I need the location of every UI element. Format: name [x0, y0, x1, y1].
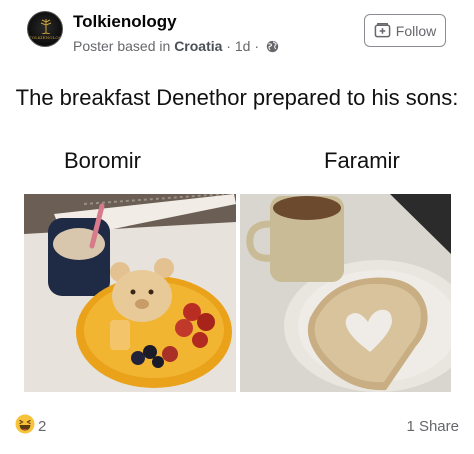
follow-label: Follow: [395, 22, 437, 39]
faramir-breakfast-photo[interactable]: [240, 194, 451, 392]
page-name-link[interactable]: Tolkienology: [73, 12, 177, 32]
poster-prefix: Poster based in: [73, 38, 171, 54]
post-footer: 2 1 Share: [0, 412, 474, 442]
tree-logo-icon: [40, 19, 52, 34]
meta-separator: ·: [250, 38, 263, 54]
post-header: TOLKIENOLOGY Tolkienology Poster based i…: [0, 0, 474, 70]
post-time[interactable]: 1d: [235, 38, 251, 54]
follow-button[interactable]: Follow: [364, 14, 446, 47]
globe-icon[interactable]: [266, 40, 279, 53]
reaction-count[interactable]: 2: [38, 418, 46, 435]
avatar-brand-text: TOLKIENOLOGY: [29, 35, 63, 40]
share-count[interactable]: 1 Share: [406, 418, 459, 435]
boromir-breakfast-photo[interactable]: [24, 194, 236, 392]
add-page-icon: [374, 23, 391, 38]
meme-label-left: Boromir: [64, 148, 142, 173]
meme-caption: The breakfast Denethor prepared to his s…: [15, 85, 459, 110]
haha-emoji-icon[interactable]: [15, 414, 35, 434]
post-meta: Poster based in Croatia · 1d ·: [73, 38, 279, 54]
meme-label-right: Faramir: [324, 148, 400, 173]
page-avatar[interactable]: TOLKIENOLOGY: [27, 11, 63, 47]
poster-location: Croatia: [174, 38, 223, 54]
meta-separator: ·: [222, 38, 235, 54]
